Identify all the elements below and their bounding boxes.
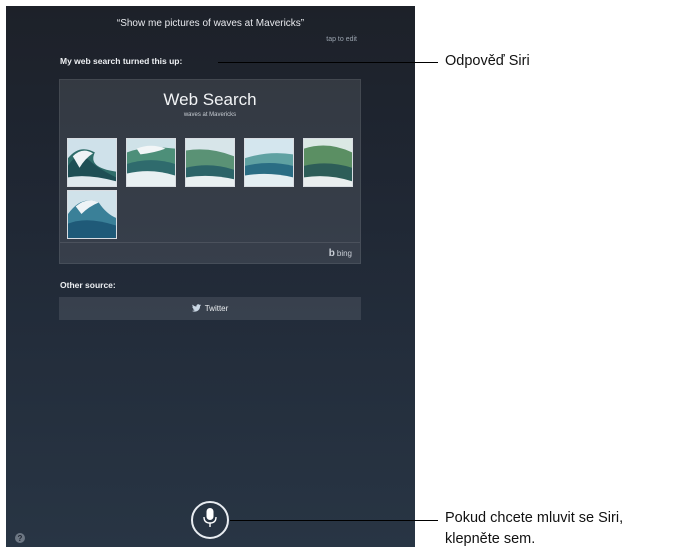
wave-image-thumbnail[interactable] [303,138,353,187]
twitter-source-button[interactable]: Twitter [59,297,361,320]
web-search-title: Web Search [163,90,257,109]
mic-callout-line1: Pokud chcete mluvit se Siri, [445,510,624,526]
tap-to-edit-hint[interactable]: tap to edit [326,36,357,43]
siri-screen: “Show me pictures of waves at Mavericks”… [6,6,415,547]
wave-image-thumbnail[interactable] [67,190,117,239]
mic-callout-line2: klepněte sem. [445,531,536,547]
siri-query-text[interactable]: “Show me pictures of waves at Mavericks” [6,18,415,29]
wave-image-thumbnail[interactable] [185,138,235,187]
answer-callout-line [218,62,438,63]
web-search-subtitle: waves at Mavericks [183,112,237,118]
web-search-heading: My web search turned this up: [60,56,183,66]
twitter-bird-icon [191,303,201,314]
bing-logo-icon: b [328,248,335,259]
wave-image-thumbnail[interactable] [244,138,294,187]
microphone-icon [203,507,217,534]
wave-image-thumbnail[interactable] [126,138,176,187]
twitter-label: Twitter [204,304,229,313]
help-icon[interactable]: ? [15,533,25,543]
bing-label: bing [336,249,352,258]
siri-microphone-button[interactable] [191,501,229,539]
card-divider [60,242,360,243]
mic-callout-line [230,520,438,521]
web-search-card[interactable]: Web Search waves at Mavericks b bing [59,79,361,264]
siri-answer-callout: Odpověď Siri [445,53,530,69]
bing-attribution[interactable]: b bing [329,248,352,259]
other-source-heading: Other source: [60,280,116,290]
wave-image-thumbnail[interactable] [67,138,117,187]
